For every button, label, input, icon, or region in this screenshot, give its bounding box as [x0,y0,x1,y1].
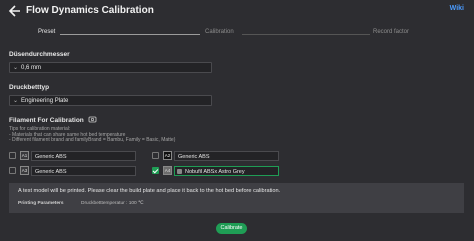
filament-name: Generic ABS [178,153,210,160]
page-title: Flow Dynamics Calibration [26,5,154,16]
step-line-1 [60,34,200,35]
slot-badge: A2 [163,151,172,160]
slot-badge: A1 [20,151,29,160]
step-preset: Preset [38,29,56,35]
nozzle-label: Düsendurchmesser [9,51,70,58]
filament-name: Generic ABS [35,168,67,175]
slot-badge: A4 [163,166,172,175]
slot-checkbox-checked[interactable] [152,167,159,174]
printing-parameters-label: Printing Parameters [18,201,64,206]
chevron-down-icon: ⌄ [13,98,19,104]
filament-label: Filament For Calibration [9,117,84,124]
calibrate-button[interactable]: Calibrate [216,223,247,234]
calibration-notice: A test model will be printed. Please cle… [9,183,464,213]
slot-checkbox[interactable] [9,152,16,159]
filament-slot-a1[interactable]: A1 Generic ABS [9,151,139,161]
step-record-factor: Record factor [373,29,410,35]
step-line-2 [242,34,370,35]
filament-select[interactable]: Nobufil ABSx Astro Grey [174,166,279,176]
chevron-down-icon: ⌄ [13,65,19,71]
filament-name: Generic ABS [35,153,67,160]
bed-value: Engineering Plate [21,98,69,104]
slot-checkbox[interactable] [9,167,16,174]
filament-slot-a3[interactable]: A3 Generic ABS [9,166,139,176]
printing-parameters-value: Druckbetttemperatur : 100 ℃ [81,201,144,206]
stepper: Preset Calibration Record factor [0,28,474,40]
color-swatch [177,169,182,174]
filament-slot-a2[interactable]: A2 Generic ABS [152,151,282,161]
notice-message: A test model will be printed. Please cle… [18,188,281,194]
header: Flow Dynamics Calibration Wiki [0,0,474,22]
filament-select[interactable]: Generic ABS [174,151,279,161]
slot-checkbox[interactable] [152,152,159,159]
arrow-left-icon[interactable] [8,4,22,18]
filament-select[interactable]: Generic ABS [31,166,136,176]
nozzle-select[interactable]: ⌄ 0,6 mm [9,62,212,73]
bed-select[interactable]: ⌄ Engineering Plate [9,95,212,106]
bed-label: Druckbetttyp [9,84,50,91]
filament-select[interactable]: Generic ABS [31,151,136,161]
filament-slot-a4[interactable]: A4 Nobufil ABSx Astro Grey [152,166,282,176]
wiki-link[interactable]: Wiki [450,5,464,12]
nozzle-value: 0,6 mm [21,65,42,71]
slot-badge: A3 [20,166,29,175]
filament-tips: Tips for calibration material: - Materia… [9,126,176,144]
step-calibration: Calibration [205,29,234,35]
spool-icon[interactable] [88,115,97,124]
filament-name: Nobufil ABSx Astro Grey [185,168,245,175]
